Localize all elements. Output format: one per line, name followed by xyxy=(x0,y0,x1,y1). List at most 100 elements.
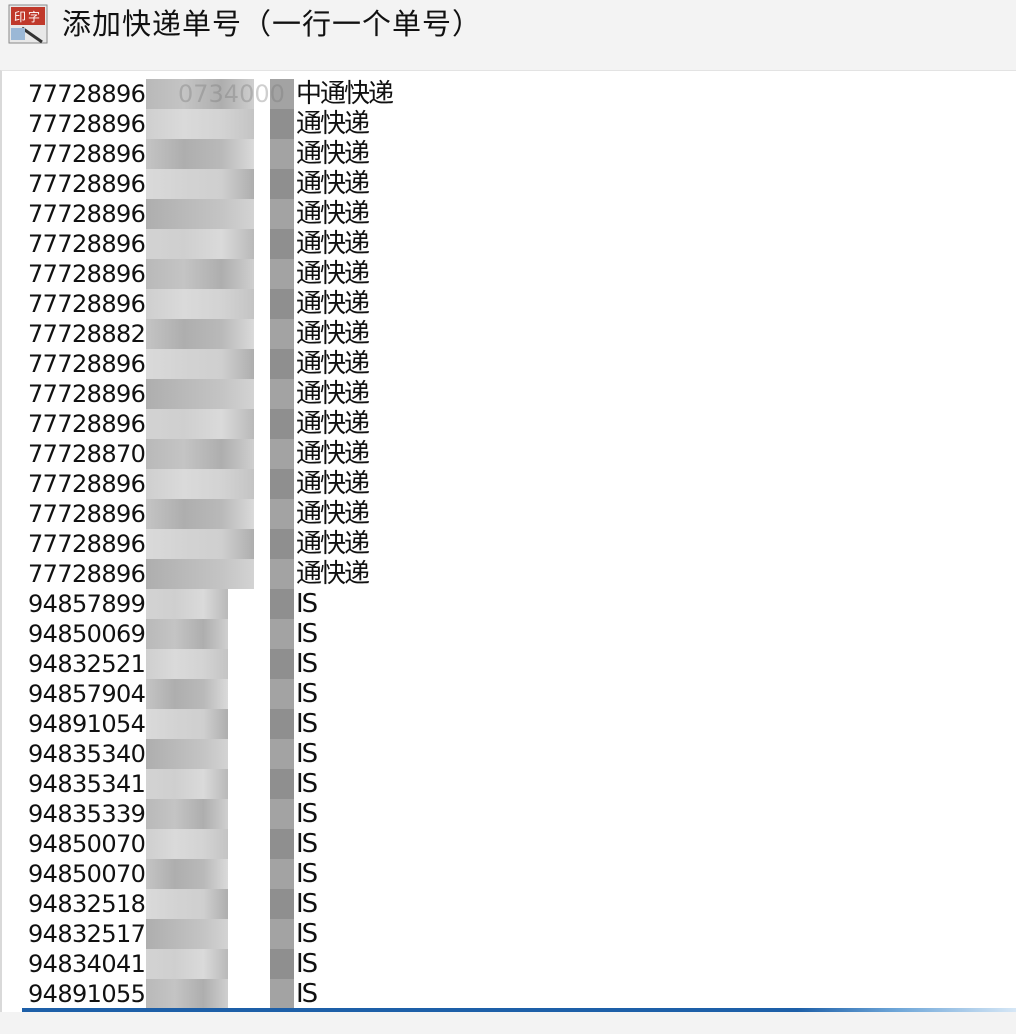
tracking-line: 94850070 IS xyxy=(28,829,318,859)
window-title: 添加快递单号（一行一个单号） xyxy=(62,7,483,41)
tracking-line: 77728896 通快递 xyxy=(28,409,370,439)
tracking-line: 94835339 IS xyxy=(28,799,318,829)
redacted-block xyxy=(270,409,294,439)
redacted-block xyxy=(270,589,294,619)
tracking-number-prefix: 77728896 xyxy=(28,470,146,498)
tracking-line: 77728896 通快递 xyxy=(28,229,370,259)
tracking-number-prefix: 77728896 xyxy=(28,530,146,558)
courier-name: IS xyxy=(296,709,318,739)
tracking-line: 77728896 通快递 xyxy=(28,259,370,289)
tracking-number-prefix: 94832517 xyxy=(28,920,146,948)
tracking-number-prefix: 77728882 xyxy=(28,320,146,348)
redacted-block xyxy=(146,499,254,529)
redacted-block xyxy=(146,289,254,319)
tracking-number-prefix: 77728896 xyxy=(28,410,146,438)
courier-name: 通快递 xyxy=(296,379,370,409)
tracking-number-prefix: 94857899 xyxy=(28,590,146,618)
redacted-block xyxy=(270,829,294,859)
redacted-block xyxy=(146,649,228,679)
courier-name: IS xyxy=(296,859,318,889)
courier-name: IS xyxy=(296,799,318,829)
redacted-block xyxy=(270,889,294,919)
tracking-line: 94850070 IS xyxy=(28,859,318,889)
redacted-block xyxy=(270,619,294,649)
tracking-number-prefix: 77728896 xyxy=(28,80,146,108)
tracking-number-prefix: 94850070 xyxy=(28,860,146,888)
redacted-block xyxy=(270,559,294,589)
tracking-line: 94891054 IS xyxy=(28,709,318,739)
window-bottom-edge xyxy=(0,1012,1016,1034)
tracking-line: 94835340 IS xyxy=(28,739,318,769)
tracking-line: 94832518 IS xyxy=(28,889,318,919)
tracking-number-prefix: 94832518 xyxy=(28,890,146,918)
courier-name: IS xyxy=(296,679,318,709)
tracking-number-prefix: 77728896 xyxy=(28,290,146,318)
courier-name: 通快递 xyxy=(296,259,370,289)
tracking-number-prefix: 94832521 xyxy=(28,650,146,678)
courier-name: IS xyxy=(296,589,318,619)
redacted-block xyxy=(270,259,294,289)
redacted-block xyxy=(146,349,254,379)
redacted-block xyxy=(270,679,294,709)
tracking-number-editor[interactable]: 77728896 中通快递 0734000 77728896 通快递 77728896 通快… xyxy=(0,70,1016,1021)
title-bar[interactable]: 印 字 添加快递单号（一行一个单号） xyxy=(0,0,1016,52)
tracking-number-prefix: 94835339 xyxy=(28,800,146,828)
tracking-line: 77728896 通快递 xyxy=(28,529,370,559)
redacted-block xyxy=(146,979,228,1009)
redacted-block xyxy=(146,619,228,649)
tracking-number-prefix: 77728870 xyxy=(28,440,146,468)
courier-name: IS xyxy=(296,979,318,1009)
svg-text:字: 字 xyxy=(28,9,40,24)
redacted-block xyxy=(270,199,294,229)
redacted-block xyxy=(270,439,294,469)
redacted-block xyxy=(146,859,228,889)
tracking-number-tail: 0734000 xyxy=(178,80,285,108)
courier-name: 通快递 xyxy=(296,529,370,559)
redacted-block xyxy=(270,949,294,979)
redacted-block xyxy=(146,409,254,439)
courier-name: 通快递 xyxy=(296,229,370,259)
tracking-line: 77728896 中通快递 0734000 xyxy=(28,79,394,109)
tracking-line: 77728896 通快递 xyxy=(28,169,370,199)
redacted-block xyxy=(146,529,254,559)
tracking-number-prefix: 94857904 xyxy=(28,680,146,708)
courier-name: 通快递 xyxy=(296,139,370,169)
redacted-block xyxy=(270,769,294,799)
redacted-block xyxy=(146,589,228,619)
tracking-line: 94832521 IS xyxy=(28,649,318,679)
redacted-block xyxy=(146,109,254,139)
tracking-line: 94834041 IS xyxy=(28,949,318,979)
redacted-block xyxy=(270,109,294,139)
courier-name: 通快递 xyxy=(296,289,370,319)
tracking-line: 94891055 IS xyxy=(28,979,318,1009)
tracking-number-textarea[interactable]: 77728896 中通快递 0734000 77728896 通快递 77728896 通快… xyxy=(28,79,1008,1014)
tracking-number-prefix: 77728896 xyxy=(28,110,146,138)
redacted-block xyxy=(270,799,294,829)
tracking-line: 77728896 通快递 xyxy=(28,199,370,229)
svg-text:印: 印 xyxy=(14,10,26,24)
redacted-block xyxy=(146,199,254,229)
tracking-line: 77728896 通快递 xyxy=(28,289,370,319)
redacted-block xyxy=(270,859,294,889)
courier-name: IS xyxy=(296,649,318,679)
courier-name: IS xyxy=(296,949,318,979)
redacted-block xyxy=(270,739,294,769)
tracking-line: 77728896 通快递 xyxy=(28,379,370,409)
courier-name: 通快递 xyxy=(296,439,370,469)
redacted-block xyxy=(146,229,254,259)
redacted-block xyxy=(270,379,294,409)
redacted-block xyxy=(270,529,294,559)
tracking-line: 77728882 通快递 xyxy=(28,319,370,349)
redacted-block xyxy=(270,919,294,949)
courier-name: 通快递 xyxy=(296,499,370,529)
redacted-block xyxy=(270,979,294,1009)
tracking-line: 94835341 IS xyxy=(28,769,318,799)
redacted-block xyxy=(270,169,294,199)
courier-name: 通快递 xyxy=(296,199,370,229)
tracking-line: 94857899 IS xyxy=(28,589,318,619)
redacted-block xyxy=(146,259,254,289)
redacted-block xyxy=(146,739,228,769)
tracking-number-prefix: 77728896 xyxy=(28,560,146,588)
redacted-block xyxy=(146,559,254,589)
redacted-block xyxy=(146,799,228,829)
